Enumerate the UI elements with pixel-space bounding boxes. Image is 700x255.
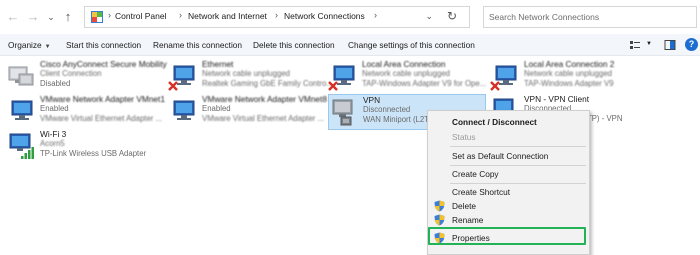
connection-name: VMware Network Adapter VMnet1: [40, 94, 165, 104]
address-bar[interactable]: › Control Panel › Network and Internet ›…: [84, 6, 470, 28]
ethernet-adapter-icon: [173, 100, 195, 120]
connection-status: Disconnected: [363, 105, 411, 114]
connection-name: VMware Network Adapter VMnet8: [202, 94, 327, 104]
breadcrumb-network-connections[interactable]: Network Connections: [284, 11, 365, 21]
uac-shield-icon: [434, 200, 445, 212]
menu-item-label: Create Shortcut: [452, 187, 511, 197]
menu-item-label: Create Copy: [452, 169, 499, 179]
menu-item-set-default[interactable]: Set as Default Connection: [428, 148, 589, 164]
control-panel-icon: [91, 11, 103, 23]
connection-item-wifi3[interactable]: Wi-Fi 3 Acorn5 TP-Link Wireless USB Adap…: [6, 129, 166, 165]
change-view-icon[interactable]: [629, 39, 641, 51]
network-adapter-icon: [8, 66, 34, 86]
up-arrow-icon[interactable]: ↑: [61, 9, 75, 25]
address-dropdown-icon[interactable]: ⌄: [425, 11, 433, 22]
connection-status: Acorn5: [40, 139, 65, 148]
command-bar: Organize ▼ Start this connection Rename t…: [0, 34, 700, 56]
connection-device: VMware Virtual Ethernet Adapter ...: [40, 114, 163, 123]
connection-item-vmnet1[interactable]: VMware Network Adapter VMnet1 Enabled VM…: [6, 94, 166, 130]
uac-shield-icon: [434, 214, 445, 226]
connection-item-vmnet8[interactable]: VMware Network Adapter VMnet8 Enabled VM…: [168, 94, 327, 130]
menu-item-label: Status: [452, 132, 476, 142]
menu-item-label: Connect / Disconnect: [452, 117, 537, 127]
connection-device: WAN Miniport (L2TP): [363, 115, 437, 124]
breadcrumb-separator-icon[interactable]: ›: [374, 10, 377, 20]
change-settings-button[interactable]: Change settings of this connection: [348, 40, 475, 50]
help-icon[interactable]: ?: [685, 38, 698, 51]
menu-item-status: Status: [428, 129, 589, 145]
connection-name: Ethernet: [202, 59, 234, 69]
disconnected-x-icon: [490, 81, 500, 91]
organize-label: Organize: [8, 40, 42, 50]
ethernet-adapter-icon: [11, 100, 33, 120]
connection-status: Network cable unplugged: [362, 69, 450, 78]
connection-name: VPN: [363, 95, 381, 105]
menu-item-rename[interactable]: Rename: [428, 212, 589, 228]
wifi-adapter-icon: [9, 133, 34, 159]
connection-item-ethernet[interactable]: Ethernet Network cable unplugged Realtek…: [168, 59, 333, 95]
menu-item-create-copy[interactable]: Create Copy: [428, 166, 589, 182]
connection-device: Realtek Gaming GbE Family Contro...: [202, 79, 333, 88]
connection-item-local-area[interactable]: Local Area Connection Network cable unpl…: [328, 59, 488, 95]
connection-name: Wi-Fi 3: [40, 129, 67, 139]
organize-button[interactable]: Organize ▼: [8, 40, 51, 50]
back-arrow-icon[interactable]: ←: [6, 9, 20, 25]
connection-status: Enabled: [202, 104, 231, 113]
chevron-down-icon: ▼: [44, 44, 51, 50]
address-row: ← → ⌄ ↑ › Control Panel › Network and In…: [0, 0, 700, 34]
disconnected-x-icon: [168, 81, 178, 91]
vpn-connection-icon: [332, 99, 353, 126]
breadcrumb-separator-icon[interactable]: ›: [275, 10, 278, 20]
connection-status: Network cable unplugged: [202, 69, 290, 78]
properties-highlight-box: [428, 227, 586, 245]
delete-connection-button[interactable]: Delete this connection: [253, 40, 335, 50]
breadcrumb-separator-icon: ›: [108, 10, 111, 20]
connection-status: Client Connection: [40, 69, 102, 78]
view-dropdown-icon[interactable]: ▼: [646, 41, 652, 47]
breadcrumb-network-internet[interactable]: Network and Internet: [188, 11, 267, 21]
connection-name: Cisco AnyConnect Secure Mobility: [40, 59, 167, 69]
connection-device: TAP-Windows Adapter V9 for Ope...: [362, 79, 487, 88]
breadcrumb-separator-icon[interactable]: ›: [179, 10, 182, 20]
preview-pane-icon[interactable]: [664, 39, 676, 51]
search-placeholder: Search Network Connections: [489, 12, 600, 22]
menu-separator: [450, 146, 586, 147]
connection-device: TP-Link Wireless USB Adapter: [40, 149, 147, 158]
connection-device: Disabled: [40, 79, 71, 88]
refresh-icon[interactable]: ↻: [447, 9, 457, 23]
connection-item-local-area-2[interactable]: Local Area Connection 2 Network cable un…: [490, 59, 695, 95]
rename-connection-button[interactable]: Rename this connection: [153, 40, 242, 50]
connection-device: VMware Virtual Ethernet Adapter ...: [202, 114, 325, 123]
connection-name: Local Area Connection: [362, 59, 446, 69]
connection-device: TAP-Windows Adapter V9: [524, 79, 614, 88]
connection-status: Enabled: [40, 104, 69, 113]
menu-item-label: Rename: [452, 215, 484, 225]
connection-name: Local Area Connection 2: [524, 59, 615, 69]
disconnected-x-icon: [328, 81, 338, 91]
start-connection-button[interactable]: Start this connection: [66, 40, 141, 50]
menu-item-label: Set as Default Connection: [452, 151, 549, 161]
breadcrumb-control-panel[interactable]: Control Panel: [115, 11, 167, 21]
forward-arrow-icon[interactable]: →: [26, 9, 40, 25]
menu-item-label: Delete: [452, 201, 476, 211]
connection-name: VPN - VPN Client: [524, 94, 590, 104]
search-input[interactable]: Search Network Connections: [483, 6, 697, 28]
connection-status: Network cable unplugged: [524, 69, 612, 78]
recent-dropdown-icon[interactable]: ⌄: [44, 9, 58, 25]
connection-item-cisco[interactable]: Cisco AnyConnect Secure Mobility Client …: [6, 59, 167, 95]
menu-item-connect-disconnect[interactable]: Connect / Disconnect: [428, 114, 589, 130]
